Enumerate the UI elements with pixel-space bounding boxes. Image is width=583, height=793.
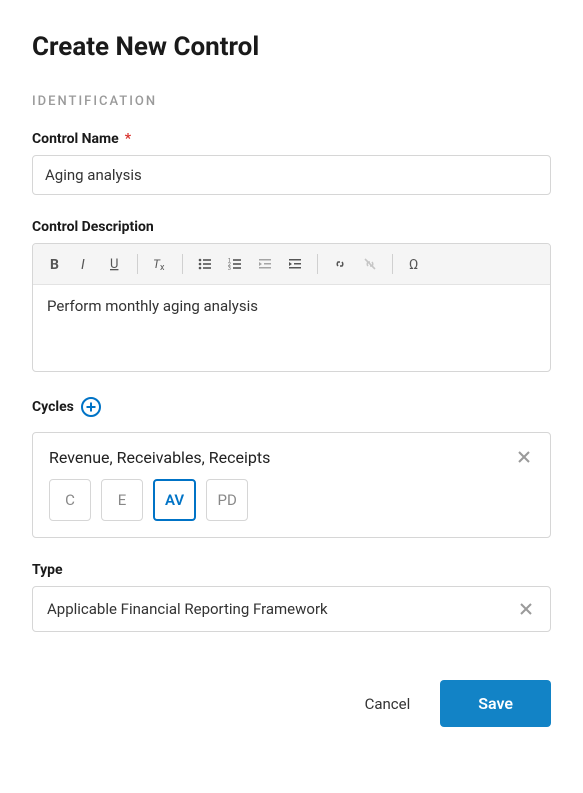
page-title: Create New Control bbox=[32, 32, 551, 62]
toolbar-separator bbox=[182, 254, 183, 274]
svg-text:I: I bbox=[81, 257, 85, 272]
required-indicator: * bbox=[125, 131, 131, 147]
clear-type-icon[interactable] bbox=[516, 599, 536, 619]
cycle-chip[interactable]: AV bbox=[153, 479, 196, 521]
save-button[interactable]: Save bbox=[440, 680, 551, 727]
indent-icon[interactable] bbox=[281, 250, 309, 278]
bold-icon[interactable]: B bbox=[41, 250, 69, 278]
unlink-icon[interactable] bbox=[356, 250, 384, 278]
cycle-chip[interactable]: C bbox=[49, 479, 91, 521]
bullet-list-icon[interactable] bbox=[191, 250, 219, 278]
control-name-label: Control Name bbox=[32, 131, 119, 147]
type-label: Type bbox=[32, 562, 63, 578]
remove-cycle-icon[interactable] bbox=[514, 447, 534, 467]
outdent-icon[interactable] bbox=[251, 250, 279, 278]
underline-icon[interactable]: U bbox=[101, 250, 129, 278]
numbered-list-icon[interactable]: 123 bbox=[221, 250, 249, 278]
control-description-input[interactable]: Perform monthly aging analysis bbox=[33, 285, 550, 371]
cycle-chip[interactable]: E bbox=[101, 479, 143, 521]
control-name-input[interactable] bbox=[32, 155, 551, 195]
control-description-label: Control Description bbox=[32, 219, 154, 235]
cycles-entry: Revenue, Receivables, Receipts CEAVPD bbox=[32, 432, 551, 538]
rich-text-editor: B I U Tx 123 Ω Perform monthly aging ana… bbox=[32, 243, 551, 372]
svg-text:U: U bbox=[110, 257, 118, 272]
type-select[interactable]: Applicable Financial Reporting Framework bbox=[32, 586, 551, 632]
toolbar-separator bbox=[317, 254, 318, 274]
editor-toolbar: B I U Tx 123 Ω bbox=[33, 244, 550, 285]
svg-text:3: 3 bbox=[228, 266, 231, 272]
toolbar-separator bbox=[137, 254, 138, 274]
cycles-label: Cycles bbox=[32, 399, 74, 415]
toolbar-separator bbox=[392, 254, 393, 274]
italic-icon[interactable]: I bbox=[71, 250, 99, 278]
clear-format-icon[interactable]: Tx bbox=[146, 250, 174, 278]
cycles-entry-title: Revenue, Receivables, Receipts bbox=[49, 448, 270, 467]
cancel-button[interactable]: Cancel bbox=[359, 685, 417, 723]
cycle-chip[interactable]: PD bbox=[206, 479, 248, 521]
svg-text:x: x bbox=[160, 263, 165, 272]
svg-text:Ω: Ω bbox=[409, 257, 418, 272]
svg-text:B: B bbox=[50, 257, 59, 272]
special-char-icon[interactable]: Ω bbox=[401, 250, 429, 278]
type-value: Applicable Financial Reporting Framework bbox=[47, 600, 328, 618]
link-icon[interactable] bbox=[326, 250, 354, 278]
add-cycle-icon[interactable] bbox=[80, 396, 102, 418]
section-heading-identification: IDENTIFICATION bbox=[32, 94, 551, 109]
